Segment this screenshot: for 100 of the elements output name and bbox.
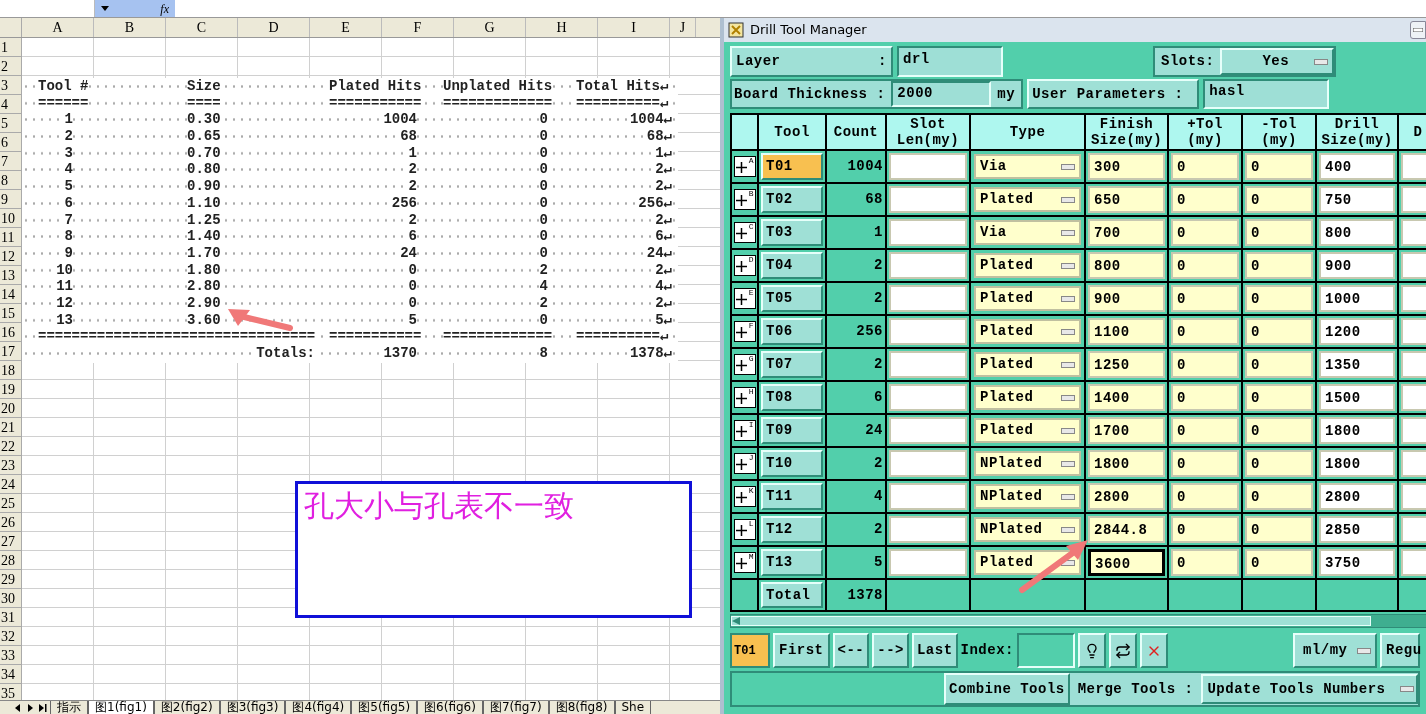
sheet-tab[interactable]: 图7(fig7) [482, 701, 549, 714]
next-button[interactable]: --> [872, 633, 909, 668]
tool-button[interactable]: T04 [761, 252, 823, 279]
column-header[interactable]: Slot Len(my) [887, 115, 971, 151]
minus-tolerance-field[interactable]: 0 [1245, 384, 1313, 411]
row-header[interactable]: 32 [0, 627, 22, 646]
previous-button[interactable]: <-- [832, 633, 870, 668]
last-button[interactable]: Last [911, 633, 958, 668]
plus-tolerance-field[interactable]: 0 [1171, 417, 1239, 444]
tool-button[interactable]: T02 [761, 186, 823, 213]
minus-tolerance-field[interactable]: 0 [1245, 483, 1313, 510]
type-dropdown[interactable]: Via [974, 154, 1081, 179]
plus-tolerance-field[interactable]: 0 [1171, 351, 1239, 378]
row-header[interactable]: 35 [0, 684, 22, 700]
first-button[interactable]: First [773, 633, 830, 668]
expand-button[interactable]: D [733, 255, 756, 276]
tool-button[interactable]: T08 [761, 384, 823, 411]
minus-tolerance-field[interactable]: 0 [1245, 186, 1313, 213]
row-header[interactable]: 20 [0, 399, 22, 418]
plus-tolerance-field[interactable]: 0 [1171, 153, 1239, 180]
finish-size-field[interactable]: 1700 [1088, 417, 1165, 444]
tool-button[interactable]: T01 [761, 153, 823, 180]
row-header[interactable]: 17 [0, 342, 22, 361]
finish-size-field[interactable]: 650 [1088, 186, 1165, 213]
row-header[interactable]: 13 [0, 266, 22, 285]
row-header[interactable]: 18 [0, 361, 22, 380]
plus-tolerance-field[interactable]: 0 [1171, 450, 1239, 477]
column-header[interactable]: F [382, 18, 454, 37]
drill-size-field[interactable]: 1800 [1319, 417, 1395, 444]
finish-size-field[interactable]: 1800 [1088, 450, 1165, 477]
drill-size-field[interactable]: 1200 [1319, 318, 1395, 345]
plus-tolerance-field[interactable]: 0 [1171, 219, 1239, 246]
expand-button[interactable]: L [733, 519, 756, 540]
column-header[interactable]: B [94, 18, 166, 37]
column-header[interactable]: -Tol (my) [1243, 115, 1317, 151]
column-header[interactable]: D [238, 18, 310, 37]
row-header[interactable]: 26 [0, 513, 22, 532]
row-header[interactable]: 29 [0, 570, 22, 589]
total-button[interactable]: Total [761, 582, 823, 608]
column-header[interactable]: G [454, 18, 526, 37]
row-header[interactable]: 21 [0, 418, 22, 437]
row-header[interactable]: 27 [0, 532, 22, 551]
units-dropdown[interactable]: ml/my [1293, 633, 1377, 668]
plus-tolerance-field[interactable]: 0 [1171, 186, 1239, 213]
column-header[interactable]: E [310, 18, 382, 37]
finish-size-field[interactable]: 700 [1088, 219, 1165, 246]
type-dropdown[interactable]: Via [974, 220, 1081, 245]
column-header[interactable]: Tool [759, 115, 827, 151]
tool-button[interactable]: T09 [761, 417, 823, 444]
column-header[interactable]: J [670, 18, 696, 37]
type-dropdown[interactable]: Plated [974, 286, 1081, 311]
sheet-tab[interactable]: 图3(fig3) [219, 701, 286, 714]
row-header[interactable]: 6 [0, 133, 22, 152]
layer-field[interactable]: drl [897, 46, 1003, 77]
expand-button[interactable]: E [733, 288, 756, 309]
finish-size-field[interactable]: 900 [1088, 285, 1165, 312]
type-dropdown[interactable]: Plated [974, 385, 1081, 410]
minus-tolerance-field[interactable]: 0 [1245, 318, 1313, 345]
finish-size-field[interactable]: 2800 [1088, 483, 1165, 510]
expand-button[interactable]: M [733, 552, 756, 573]
finish-size-field[interactable]: 1400 [1088, 384, 1165, 411]
row-header[interactable]: 2 [0, 57, 22, 76]
minus-tolerance-field[interactable]: 0 [1245, 351, 1313, 378]
minus-tolerance-field[interactable]: 0 [1245, 219, 1313, 246]
drill-size-field[interactable]: 1000 [1319, 285, 1395, 312]
row-header[interactable]: 4 [0, 95, 22, 114]
row-header[interactable]: 12 [0, 247, 22, 266]
row-header[interactable]: 8 [0, 171, 22, 190]
expand-button[interactable]: J [733, 453, 756, 474]
column-header[interactable]: Drill Size(my) [1317, 115, 1399, 151]
tool-button[interactable]: T12 [761, 516, 823, 543]
type-dropdown[interactable]: Plated [974, 253, 1081, 278]
row-header[interactable]: 28 [0, 551, 22, 570]
row-header[interactable]: 23 [0, 456, 22, 475]
column-header[interactable]: C [166, 18, 238, 37]
finish-size-field[interactable]: 2844.8 [1088, 516, 1165, 543]
minus-tolerance-field[interactable]: 0 [1245, 516, 1313, 543]
expand-button[interactable]: B [733, 189, 756, 210]
drill-size-field[interactable]: 900 [1319, 252, 1395, 279]
drill-size-field[interactable]: 400 [1319, 153, 1395, 180]
row-header[interactable]: 22 [0, 437, 22, 456]
column-header[interactable]: H [526, 18, 598, 37]
minus-tolerance-field[interactable]: 0 [1245, 153, 1313, 180]
row-header[interactable]: 33 [0, 646, 22, 665]
minus-tolerance-field[interactable]: 0 [1245, 252, 1313, 279]
plus-tolerance-field[interactable]: 0 [1171, 483, 1239, 510]
row-header[interactable]: 31 [0, 608, 22, 627]
column-header[interactable]: Count [827, 115, 887, 151]
tool-button[interactable]: T03 [761, 219, 823, 246]
expand-button[interactable]: K [733, 486, 756, 507]
tool-button[interactable]: T06 [761, 318, 823, 345]
expand-button[interactable]: A [733, 156, 756, 177]
expand-button[interactable]: F [733, 321, 756, 342]
slots-dropdown[interactable]: Yes [1220, 48, 1335, 75]
expand-button[interactable]: H [733, 387, 756, 408]
sheet-tab[interactable]: 图4(fig4) [285, 701, 352, 714]
cut-off-button[interactable]: Regu [1380, 633, 1420, 668]
finish-size-field[interactable]: 3600 [1088, 549, 1165, 576]
minus-tolerance-field[interactable]: 0 [1245, 417, 1313, 444]
drill-size-field[interactable]: 750 [1319, 186, 1395, 213]
